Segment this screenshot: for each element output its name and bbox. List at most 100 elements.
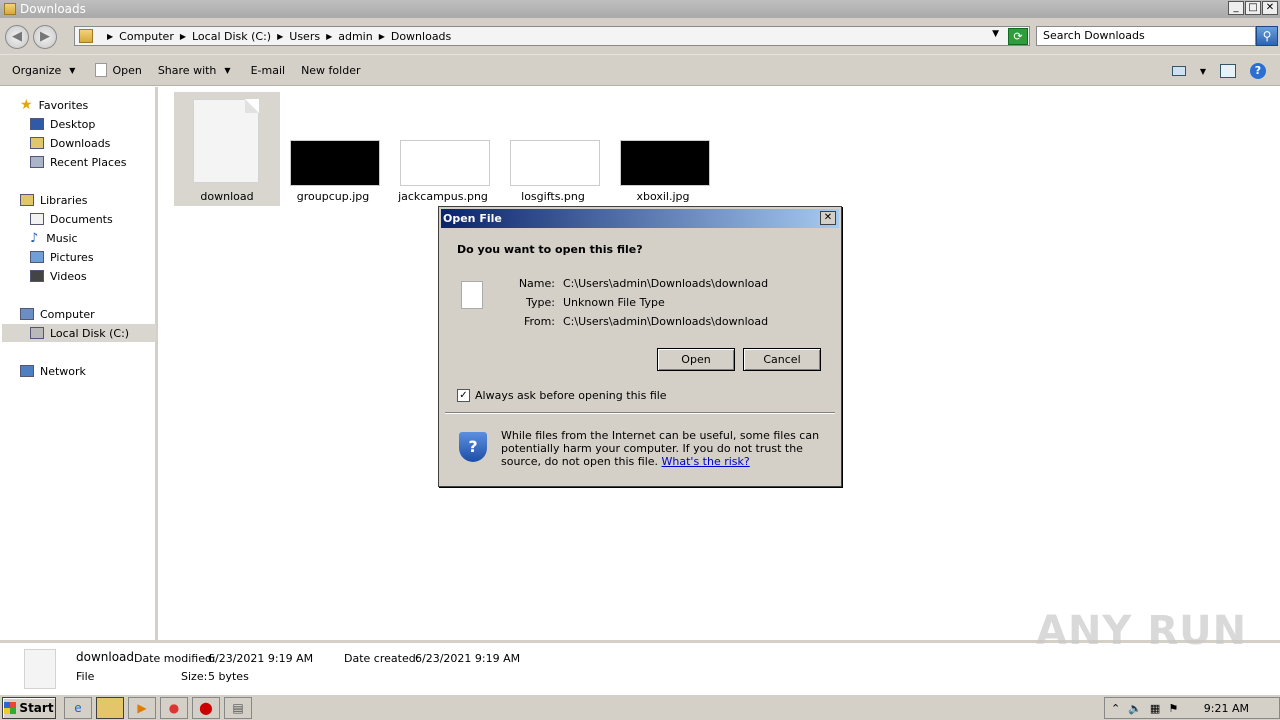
search-icon[interactable]: ⚲ xyxy=(1256,26,1278,46)
security-app-icon[interactable]: ⬤ xyxy=(192,696,220,719)
change-view-icon[interactable] xyxy=(1171,66,1186,76)
chrome-icon[interactable]: ● xyxy=(160,696,188,719)
dialog-divider xyxy=(445,412,835,414)
search-input[interactable]: Search Downloads xyxy=(1036,26,1256,46)
open-button[interactable]: Open xyxy=(657,348,735,371)
always-ask-checkbox[interactable]: ✓ Always ask before opening this file xyxy=(457,389,667,402)
preview-pane-icon[interactable] xyxy=(1220,64,1236,78)
generic-file-icon xyxy=(193,99,259,183)
dialog-close-button[interactable]: ✕ xyxy=(820,211,836,225)
nav-downloads[interactable]: Downloads xyxy=(30,134,110,152)
breadcrumb-downloads[interactable]: Downloads xyxy=(391,30,451,43)
drive-icon xyxy=(30,327,44,339)
nav-computer-label: Computer xyxy=(40,307,95,321)
file-item-download[interactable]: download xyxy=(174,92,280,206)
share-with-button[interactable]: Share with ▼ xyxy=(158,64,231,77)
breadcrumb-computer[interactable]: Computer xyxy=(119,30,174,43)
minimize-button[interactable]: _ xyxy=(1228,1,1244,15)
size-label: Size: xyxy=(181,670,208,683)
file-name: download xyxy=(200,190,254,203)
star-icon: ★ xyxy=(20,97,33,113)
from-label: From: xyxy=(524,315,555,328)
new-folder-label: New folder xyxy=(301,63,361,77)
address-bar[interactable]: ▶ Computer ▶ Local Disk (C:) ▶ Users ▶ a… xyxy=(74,26,1030,46)
from-value: C:\Users\admin\Downloads\download xyxy=(563,315,769,328)
address-row: ◀ ▶ ▶ Computer ▶ Local Disk (C:) ▶ Users… xyxy=(0,18,1280,54)
nav-music[interactable]: ♪ Music xyxy=(30,229,78,247)
always-ask-label: Always ask before opening this file xyxy=(475,389,667,402)
size-value: 5 bytes xyxy=(208,670,249,683)
notepad-icon[interactable]: ▤ xyxy=(224,696,252,719)
file-item-groupcup[interactable]: groupcup.jpg xyxy=(278,92,384,206)
nav-network[interactable]: Network xyxy=(20,362,86,380)
internet-explorer-icon[interactable]: e xyxy=(64,696,92,719)
chevron-down-icon: ▼ xyxy=(224,65,231,75)
help-icon[interactable]: ? xyxy=(1250,63,1266,79)
created-value: 6/23/2021 9:19 AM xyxy=(415,652,521,665)
show-hidden-icons-icon[interactable]: ⌃ xyxy=(1111,702,1120,715)
file-item-xboxil[interactable]: xboxil.jpg xyxy=(608,92,714,206)
nav-pictures[interactable]: Pictures xyxy=(30,248,94,266)
type-value: Unknown File Type xyxy=(563,296,665,309)
nav-local-disk-label: Local Disk (C:) xyxy=(50,326,130,340)
nav-local-disk[interactable]: Local Disk (C:) xyxy=(2,324,156,342)
forward-button[interactable]: ▶ xyxy=(33,25,57,49)
chevron-down-icon[interactable]: ▼ xyxy=(1200,67,1206,76)
nav-desktop-label: Desktop xyxy=(50,117,96,131)
breadcrumb-users[interactable]: Users xyxy=(289,30,320,43)
whats-the-risk-link[interactable]: What's the risk? xyxy=(662,455,750,468)
nav-videos[interactable]: Videos xyxy=(30,267,87,285)
address-dropdown-icon[interactable]: ▼ xyxy=(992,29,999,39)
details-file-name: download xyxy=(76,650,135,664)
anyrun-watermark: ANY RUN xyxy=(1036,608,1248,654)
folder-icon xyxy=(4,3,16,15)
modified-label: Date modified: xyxy=(134,652,216,665)
file-name: xboxil.jpg xyxy=(636,190,690,203)
pictures-icon xyxy=(30,251,44,263)
back-button[interactable]: ◀ xyxy=(5,25,29,49)
nav-favorites[interactable]: ★ Favorites xyxy=(20,96,88,114)
file-item-losgifts[interactable]: losgifts.png xyxy=(498,92,604,206)
refresh-button[interactable]: ⟳ xyxy=(1008,28,1028,45)
explorer-taskbar-icon[interactable] xyxy=(96,696,124,719)
file-item-jackcampus[interactable]: jackcampus.png xyxy=(388,92,494,206)
image-thumbnail xyxy=(400,140,490,186)
nav-recent-places[interactable]: Recent Places xyxy=(30,153,127,171)
close-button[interactable]: ✕ xyxy=(1262,1,1278,15)
window-title: Downloads xyxy=(20,2,86,16)
nav-libraries[interactable]: Libraries xyxy=(20,191,88,209)
action-center-flag-icon[interactable]: ⚑ xyxy=(1168,702,1178,715)
new-folder-button[interactable]: New folder xyxy=(301,64,360,77)
start-button[interactable]: Start xyxy=(2,696,56,719)
view-controls: ▼ ? xyxy=(1171,63,1266,79)
dialog-type-row: Type: Unknown File Type xyxy=(499,296,665,309)
media-player-icon[interactable]: ▶ xyxy=(128,696,156,719)
nav-desktop[interactable]: Desktop xyxy=(30,115,95,133)
volume-icon[interactable]: 🔈 xyxy=(1128,702,1142,715)
nav-documents-label: Documents xyxy=(50,212,113,226)
nav-recent-label: Recent Places xyxy=(50,155,127,169)
checkbox-check-icon[interactable]: ✓ xyxy=(457,389,470,402)
window-controls: _ □ ✕ xyxy=(1228,1,1278,15)
organize-button[interactable]: Organize ▼ xyxy=(12,64,75,77)
clock[interactable]: 9:21 AM xyxy=(1204,702,1249,715)
nav-downloads-label: Downloads xyxy=(50,136,111,150)
nav-computer[interactable]: Computer xyxy=(20,305,95,323)
breadcrumb-local-disk[interactable]: Local Disk (C:) xyxy=(192,30,271,43)
maximize-button[interactable]: □ xyxy=(1245,1,1261,15)
windows-logo-icon xyxy=(4,701,17,714)
organize-label: Organize xyxy=(12,63,62,77)
open-button[interactable]: Open xyxy=(95,63,142,77)
navigation-pane: ★ Favorites Desktop Downloads Recent Pla… xyxy=(0,87,158,640)
nav-videos-label: Videos xyxy=(50,269,87,283)
breadcrumb-admin[interactable]: admin xyxy=(338,30,372,43)
start-label: Start xyxy=(19,700,54,715)
cancel-button[interactable]: Cancel xyxy=(743,348,821,371)
videos-icon xyxy=(30,270,44,282)
file-name: jackcampus.png xyxy=(398,190,488,203)
email-button[interactable]: E-mail xyxy=(251,64,286,77)
image-thumbnail xyxy=(510,140,600,186)
network-tray-icon[interactable]: ▦ xyxy=(1150,702,1160,715)
nav-pictures-label: Pictures xyxy=(50,250,94,264)
nav-documents[interactable]: Documents xyxy=(30,210,113,228)
